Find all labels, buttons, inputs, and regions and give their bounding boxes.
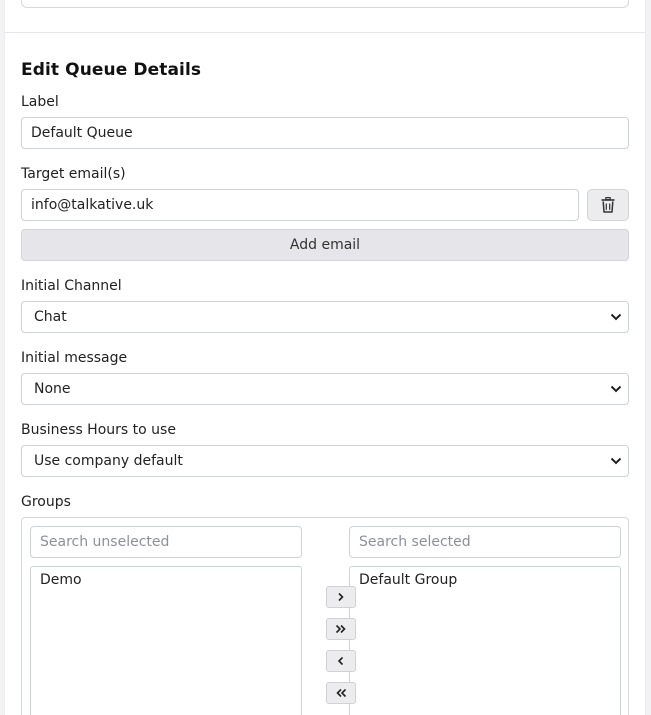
previous-section-box (21, 0, 629, 8)
list-item[interactable]: Default Group (359, 572, 611, 588)
groups-label: Groups (21, 494, 71, 510)
business-hours-select[interactable]: Use company default (21, 445, 629, 477)
target-email-input[interactable]: info@talkative.uk (21, 189, 579, 221)
unselected-groups-list[interactable]: Demo (30, 566, 302, 715)
double-chevron-left-icon (336, 688, 347, 698)
initial-message-label: Initial message (21, 350, 128, 366)
section-divider (5, 32, 645, 33)
search-selected-input[interactable]: Search selected (349, 526, 621, 558)
chevron-left-icon (337, 656, 344, 666)
label-input-value: Default Queue (31, 125, 133, 141)
double-chevron-right-icon (335, 624, 346, 634)
move-left-button[interactable] (326, 650, 356, 672)
business-hours-label: Business Hours to use (21, 422, 176, 438)
business-hours-value: Use company default (34, 453, 183, 469)
move-all-right-button[interactable] (326, 618, 356, 640)
delete-email-button[interactable] (587, 189, 629, 221)
search-unselected-placeholder: Search unselected (40, 534, 170, 550)
chevron-right-icon (338, 592, 344, 602)
groups-dual-listbox: Search unselected Search selected Demo D… (21, 517, 629, 715)
chevron-down-icon (610, 385, 622, 393)
label-field-label: Label (21, 94, 59, 110)
target-email-value: info@talkative.uk (31, 197, 154, 213)
list-item[interactable]: Demo (40, 572, 292, 588)
chevron-down-icon (610, 457, 622, 465)
target-emails-label: Target email(s) (21, 166, 126, 182)
chevron-down-icon (610, 313, 622, 321)
initial-channel-value: Chat (34, 309, 67, 325)
move-all-left-button[interactable] (326, 682, 356, 704)
move-right-button[interactable] (326, 586, 356, 608)
page-title: Edit Queue Details (21, 60, 202, 80)
search-selected-placeholder: Search selected (359, 534, 471, 550)
label-input[interactable]: Default Queue (21, 117, 629, 149)
initial-message-value: None (34, 381, 71, 397)
selected-groups-list[interactable]: Default Group (349, 566, 621, 715)
add-email-button[interactable]: Add email (21, 229, 629, 261)
initial-channel-label: Initial Channel (21, 278, 122, 294)
initial-message-select[interactable]: None (21, 373, 629, 405)
search-unselected-input[interactable]: Search unselected (30, 526, 302, 558)
queue-details-panel: Edit Queue Details Label Default Queue T… (4, 0, 646, 715)
initial-channel-select[interactable]: Chat (21, 301, 629, 333)
trash-icon (601, 197, 615, 213)
